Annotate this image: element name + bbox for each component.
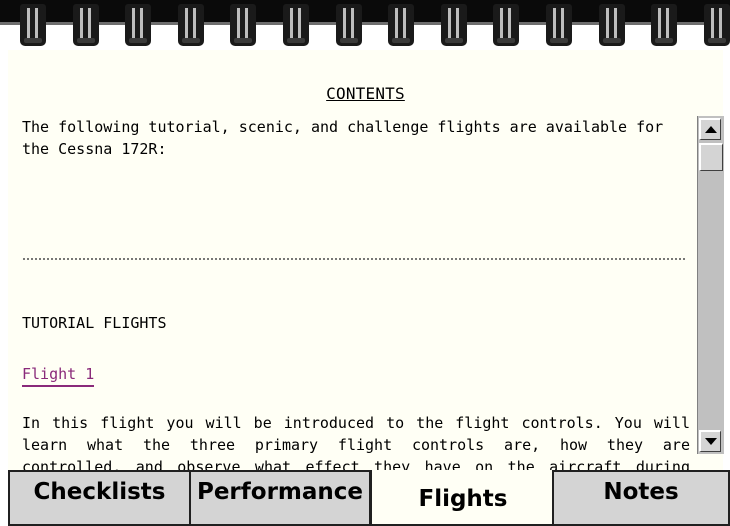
vertical-scrollbar[interactable] [697, 116, 724, 454]
binding-ring-hole [550, 38, 568, 43]
binding-ring [546, 4, 572, 46]
arrow-up-icon [704, 126, 717, 133]
binding-ring-hole [392, 38, 410, 43]
tab-notes[interactable]: Notes [552, 470, 730, 526]
notebook-page: CONTENTS The following tutorial, scenic,… [8, 50, 723, 470]
tab-strip-edge [0, 470, 8, 526]
binding-ring [125, 4, 151, 46]
arrow-down-icon [704, 438, 717, 445]
binding-ring-hole [340, 38, 358, 43]
spiral-binding [0, 0, 730, 50]
tab-flights[interactable]: Flights [372, 470, 554, 526]
binding-ring-hole [129, 38, 147, 43]
flight-1-link[interactable]: Flight 1 [22, 364, 95, 387]
binding-ring-hole [445, 38, 463, 43]
binding-ring [73, 4, 99, 46]
binding-ring-hole [24, 38, 42, 43]
tab-performance[interactable]: Performance [189, 470, 372, 526]
binding-ring [388, 4, 414, 46]
binding-ring [651, 4, 677, 46]
binding-ring-hole [497, 38, 515, 43]
tab-checklists[interactable]: Checklists [8, 470, 191, 526]
scroll-up-button[interactable] [699, 118, 721, 140]
content-area: The following tutorial, scenic, and chal… [22, 116, 694, 470]
binding-ring [599, 4, 625, 46]
binding-ring-hole [182, 38, 200, 43]
binding-ring [336, 4, 362, 46]
binding-ring-hole [655, 38, 673, 43]
binding-ring [178, 4, 204, 46]
binding-ring [493, 4, 519, 46]
binding-ring [704, 4, 730, 46]
page-left-edge [0, 50, 8, 470]
binding-ring [230, 4, 256, 46]
scroll-down-button[interactable] [699, 430, 721, 452]
binding-ring-hole [708, 38, 726, 43]
flight-description: In this flight you will be introduced to… [22, 414, 690, 470]
section-heading: TUTORIAL FLIGHTS [22, 314, 167, 332]
binding-ring [441, 4, 467, 46]
intro-text: The following tutorial, scenic, and chal… [22, 118, 664, 158]
dotted-divider [22, 258, 686, 260]
binding-ring-hole [234, 38, 252, 43]
binding-ring-hole [77, 38, 95, 43]
binding-ring [20, 4, 46, 46]
binding-ring-hole [287, 38, 305, 43]
scroll-thumb[interactable] [699, 143, 723, 171]
tab-strip: Checklists Performance Flights Notes [0, 470, 730, 526]
page-title: CONTENTS [326, 84, 405, 103]
binding-ring-hole [603, 38, 621, 43]
binding-ring [283, 4, 309, 46]
